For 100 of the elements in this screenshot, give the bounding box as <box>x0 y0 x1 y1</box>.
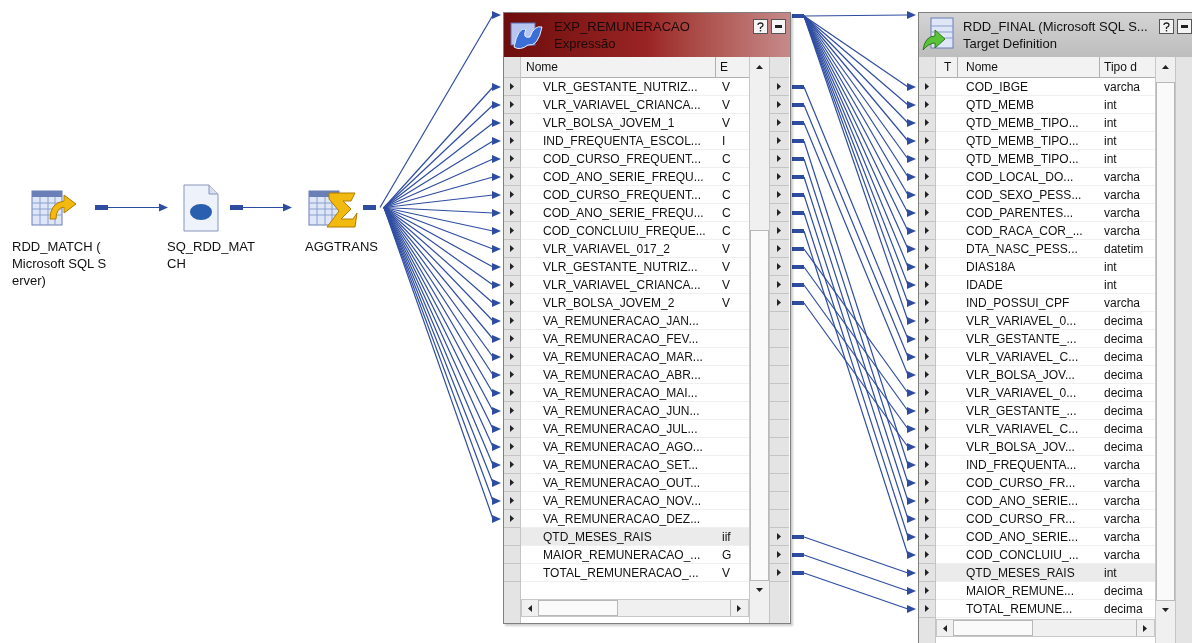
caret-icon <box>508 281 516 288</box>
field-type: varcha <box>1103 546 1141 564</box>
column-header[interactable]: E <box>716 57 749 77</box>
caret-icon <box>776 101 783 108</box>
field-name: DIAS18A <box>965 258 1017 276</box>
caret-icon <box>508 119 516 126</box>
caret-icon <box>776 209 783 216</box>
field-name: VA_REMUNERACAO_NOV... <box>542 492 703 510</box>
field-expression: iif <box>721 528 731 546</box>
field-type: varcha <box>1103 204 1141 222</box>
field-name: VLR_BOLSA_JOVEM_1 <box>542 114 676 132</box>
field-name: VLR_VARIAVEL_017_2 <box>542 240 671 258</box>
field-expression: V <box>721 258 730 276</box>
scroll-thumb[interactable] <box>750 230 769 581</box>
field-expression: V <box>721 294 730 312</box>
help-button[interactable] <box>1159 19 1174 34</box>
field-name: DTA_NASC_PESS... <box>965 240 1079 258</box>
caret-icon <box>508 479 516 486</box>
caret-icon <box>508 245 516 252</box>
field-name: VA_REMUNERACAO_DEZ... <box>542 510 702 528</box>
field-name: VLR_VARIAVEL_0... <box>965 384 1078 402</box>
panel-subtitle: Target Definition <box>963 35 1058 52</box>
vertical-scrollbar[interactable] <box>749 57 769 623</box>
field-name: COD_ANO_SERIE... <box>965 492 1080 510</box>
minimize-button[interactable] <box>1177 19 1192 34</box>
column-header[interactable]: Tipo d <box>1100 57 1155 77</box>
caret-icon <box>736 604 743 612</box>
field-name: QTD_MESES_RAIS <box>542 528 653 546</box>
scroll-thumb[interactable] <box>1156 82 1175 601</box>
horizontal-scrollbar[interactable] <box>936 619 1155 637</box>
caret-icon <box>776 281 783 288</box>
field-type: int <box>1103 276 1117 294</box>
caret-icon <box>776 137 783 144</box>
field-expression: C <box>721 150 731 168</box>
caret-icon <box>923 497 931 504</box>
field-name: COD_PARENTES... <box>965 204 1075 222</box>
caret-icon <box>508 299 516 306</box>
help-button[interactable] <box>753 19 768 34</box>
field-type: decima <box>1103 420 1143 438</box>
caret-icon <box>508 191 516 198</box>
caret-icon <box>923 605 931 612</box>
caret-icon <box>776 227 783 234</box>
caret-icon <box>508 317 516 324</box>
caret-icon <box>508 353 516 360</box>
connector-arrow <box>107 203 168 212</box>
field-name: VA_REMUNERACAO_FEV... <box>542 330 700 348</box>
caret-icon <box>756 586 763 594</box>
field-name: QTD_MEMB <box>965 96 1035 114</box>
minimize-button[interactable] <box>771 19 786 34</box>
node-label: AGGTRANS <box>305 238 378 255</box>
field-name: VLR_GESTANTE_... <box>965 402 1078 420</box>
field-type: decima <box>1103 348 1143 366</box>
column-header[interactable]: Nome <box>521 57 716 77</box>
caret-icon <box>923 263 931 270</box>
field-expression: V <box>721 240 730 258</box>
field-name: VA_REMUNERACAO_JAN... <box>542 312 700 330</box>
field-name: VA_REMUNERACAO_JUL... <box>542 420 699 438</box>
field-expression: V <box>721 78 730 96</box>
caret-icon <box>776 191 783 198</box>
field-name: COD_RACA_COR_... <box>965 222 1084 240</box>
caret-icon <box>776 155 783 162</box>
caret-icon <box>923 227 931 234</box>
field-expression: V <box>721 276 730 294</box>
field-name: VLR_BOLSA_JOV... <box>965 366 1076 384</box>
field-name: MAIOR_REMUNERACAO_... <box>542 546 702 564</box>
panel-header[interactable]: RDD_FINAL (Microsoft SQL S... Target Definition <box>919 13 1192 57</box>
field-type: varcha <box>1103 78 1141 96</box>
field-type: int <box>1103 96 1117 114</box>
field-name: COD_SEXO_PESS... <box>965 186 1083 204</box>
column-header[interactable]: Nome <box>958 57 1100 77</box>
column-header[interactable]: T <box>936 57 958 77</box>
caret-icon <box>923 443 931 450</box>
link-stub <box>363 205 376 210</box>
field-expression: V <box>721 96 730 114</box>
document-icon[interactable] <box>181 183 221 233</box>
caret-icon <box>923 407 931 414</box>
horizontal-scrollbar[interactable] <box>521 599 749 617</box>
caret-icon <box>923 83 931 90</box>
minimize-icon <box>1181 25 1188 28</box>
field-name: COD_ANO_SERIE_FREQU... <box>542 204 705 222</box>
caret-icon <box>923 353 931 360</box>
caret-icon <box>508 461 516 468</box>
scroll-thumb[interactable] <box>538 600 618 616</box>
field-name: VA_REMUNERACAO_SET... <box>542 456 700 474</box>
field-type: int <box>1103 564 1117 582</box>
caret-icon <box>756 64 763 71</box>
field-type: decima <box>1103 330 1143 348</box>
field-name: QTD_MEMB_TIPO... <box>965 150 1080 168</box>
caret-icon <box>776 263 783 270</box>
scroll-thumb[interactable] <box>953 620 1033 636</box>
field-type: int <box>1103 132 1117 150</box>
field-type: varcha <box>1103 186 1141 204</box>
caret-icon <box>508 101 516 108</box>
field-name: IDADE <box>965 276 1004 294</box>
field-row[interactable]: QTD_MESES_RAIS int <box>936 564 1155 582</box>
caret-icon <box>776 533 783 540</box>
field-row[interactable]: QTD_MESES_RAIS iif <box>521 528 749 546</box>
caret-icon <box>923 587 931 594</box>
panel-title: RDD_FINAL (Microsoft SQL S... <box>963 18 1148 35</box>
vertical-scrollbar[interactable] <box>1155 57 1175 643</box>
